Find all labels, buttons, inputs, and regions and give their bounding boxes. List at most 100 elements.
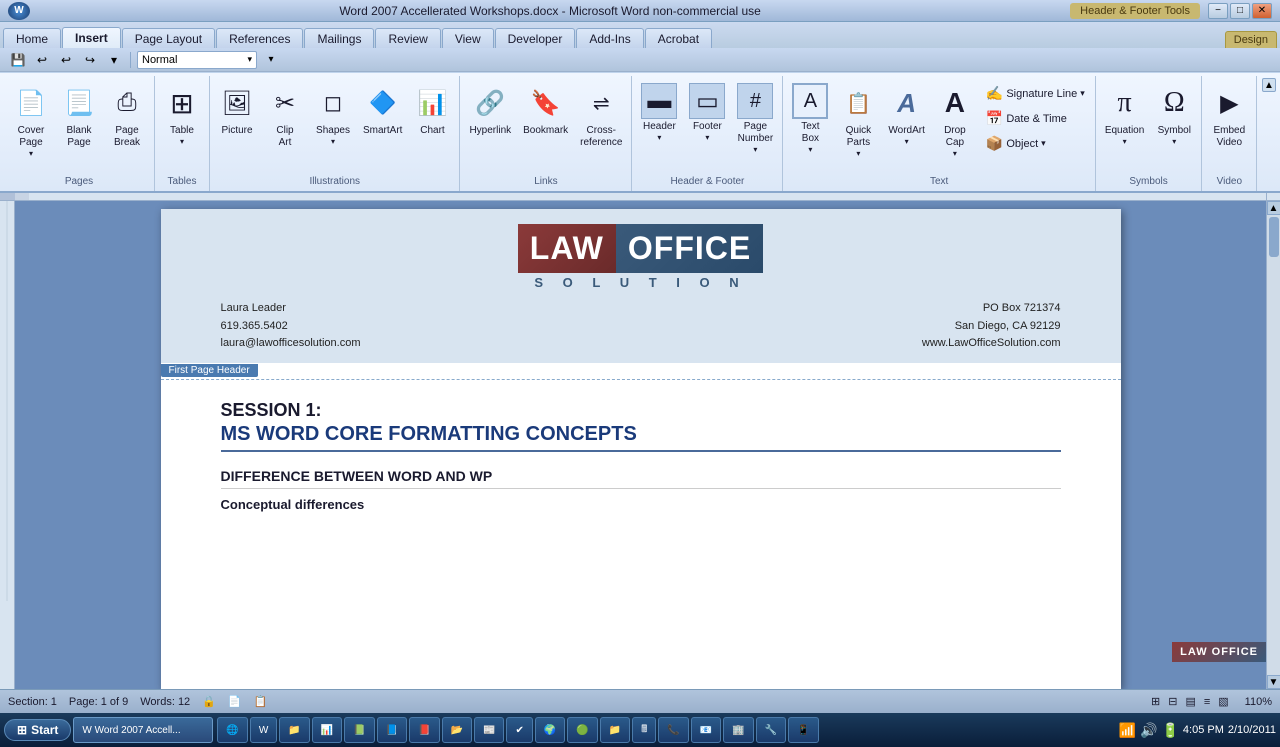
scroll-down-button[interactable]: ▼ xyxy=(1267,675,1280,689)
shapes-button[interactable]: ◻ Shapes ▾ xyxy=(310,80,356,149)
taskbar-app12-button[interactable]: 📧 xyxy=(691,717,721,743)
taskbar-app14-button[interactable]: 🔧 xyxy=(756,717,786,743)
object-button[interactable]: 📦 Object ▾ xyxy=(980,132,1091,155)
taskbar-app13-button[interactable]: 🏢 xyxy=(723,717,753,743)
status-bar: Section: 1 Page: 1 of 9 Words: 12 🔒 📄 📋 … xyxy=(0,689,1280,713)
start-button[interactable]: ⊞ Start xyxy=(4,719,71,741)
tab-references[interactable]: References xyxy=(216,28,303,48)
tab-insert[interactable]: Insert xyxy=(62,27,121,48)
tab-acrobat[interactable]: Acrobat xyxy=(645,28,712,48)
scroll-up-button[interactable]: ▲ xyxy=(1267,201,1280,215)
taskbar-app3-button[interactable]: 📕 xyxy=(409,717,439,743)
illustrations-buttons: 🖼 Picture ✂ ClipArt ◻ Shapes ▾ 🔷 SmartAr… xyxy=(214,78,455,170)
quick-parts-button[interactable]: 📋 QuickParts ▾ xyxy=(835,80,881,161)
taskbar-app2-button[interactable]: 📘 xyxy=(377,717,407,743)
page-body[interactable]: SESSION 1: MS WORD CORE FORMATTING CONCE… xyxy=(161,380,1121,542)
tab-home[interactable]: Home xyxy=(3,28,61,48)
cover-page-button[interactable]: 📄 CoverPage ▾ xyxy=(8,80,54,161)
taskbar-system-tray: 📶 🔊 🔋 4:05 PM 2/10/2011 xyxy=(1119,722,1276,739)
taskbar-word2-button[interactable]: W xyxy=(250,717,277,743)
view-icon-5[interactable]: ▧ xyxy=(1218,695,1228,708)
cross-reference-icon: ⇌ xyxy=(583,83,619,123)
taskbar-app10-button[interactable]: 🖩 xyxy=(632,717,656,743)
taskbar-time: 4:05 PM xyxy=(1183,724,1224,736)
ribbon-collapse-button[interactable]: ▲ xyxy=(1262,78,1276,92)
minimize-button[interactable]: − xyxy=(1208,3,1228,19)
taskbar-app8-button[interactable]: 🟢 xyxy=(567,717,597,743)
footer-button[interactable]: ▭ Footer ▾ xyxy=(684,80,730,145)
taskbar-app15-button[interactable]: 📱 xyxy=(788,717,818,743)
header-button[interactable]: ▬ Header ▾ xyxy=(636,80,682,145)
undo-arrow-qat-button[interactable]: ↩ xyxy=(56,51,76,69)
drop-cap-button[interactable]: A DropCap ▾ xyxy=(932,80,978,161)
equation-button[interactable]: π Equation ▾ xyxy=(1100,80,1149,149)
hyperlink-button[interactable]: 🔗 Hyperlink xyxy=(464,80,516,140)
embed-video-button[interactable]: ▶ EmbedVideo xyxy=(1206,80,1252,152)
view-icon-2[interactable]: ⊟ xyxy=(1168,695,1177,708)
taskbar-app1-button[interactable]: 📗 xyxy=(344,717,374,743)
bookmark-button[interactable]: 🔖 Bookmark xyxy=(518,80,573,140)
date-time-button[interactable]: 📅 Date & Time xyxy=(980,107,1091,130)
clip-art-button[interactable]: ✂ ClipArt xyxy=(262,80,308,152)
header-footer-group-label: Header & Footer xyxy=(632,174,782,189)
page-break-button[interactable]: ⎙ PageBreak xyxy=(104,80,150,152)
taskbar-excel-button[interactable]: 📊 xyxy=(312,717,342,743)
logo-area: LAW OFFICE S O L U T I O N xyxy=(221,224,1061,290)
svg-text:3: 3 xyxy=(419,199,424,200)
horizontal-ruler: 1 2 3 4 5 6 xyxy=(0,193,1280,201)
tray-network-icon: 📶 xyxy=(1119,722,1136,739)
object-label: Object xyxy=(1006,138,1038,150)
save-qat-button[interactable]: 💾 xyxy=(8,51,28,69)
symbol-label: Symbol xyxy=(1158,125,1191,137)
customize-qat-button[interactable]: ▾ xyxy=(104,51,124,69)
view-icon-3[interactable]: ▤ xyxy=(1185,695,1195,708)
taskbar-word-button[interactable]: W Word 2007 Accell... xyxy=(73,717,213,743)
cross-reference-label: Cross-reference xyxy=(580,125,622,149)
tab-design[interactable]: Design xyxy=(1225,31,1277,48)
scroll-thumb[interactable] xyxy=(1269,217,1279,257)
cross-reference-button[interactable]: ⇌ Cross-reference xyxy=(575,80,627,152)
smart-art-button[interactable]: 🔷 SmartArt xyxy=(358,80,407,140)
header-footer-buttons: ▬ Header ▾ ▭ Footer ▾ # PageNumber ▾ xyxy=(636,78,778,175)
taskbar-app7-button[interactable]: 🌍 xyxy=(535,717,565,743)
taskbar-app11-button[interactable]: 📞 xyxy=(658,717,688,743)
status-extra-icon: 📋 xyxy=(254,695,268,708)
tab-add-ins[interactable]: Add-Ins xyxy=(576,28,643,48)
view-icon-4[interactable]: ≡ xyxy=(1204,696,1210,708)
start-icon: ⊞ xyxy=(17,723,27,737)
redo-qat-button[interactable]: ↪ xyxy=(80,51,100,69)
symbol-button[interactable]: Ω Symbol ▾ xyxy=(1151,80,1197,149)
taskbar-ie-button[interactable]: 🌐 xyxy=(217,717,247,743)
text-box-button[interactable]: A TextBox ▾ xyxy=(787,80,833,157)
tab-page-layout[interactable]: Page Layout xyxy=(122,28,215,48)
page-number-icon: # xyxy=(737,83,773,119)
chart-button[interactable]: 📊 Chart xyxy=(409,80,455,140)
taskbar-explorer-button[interactable]: 📁 xyxy=(279,717,309,743)
tab-review[interactable]: Review xyxy=(375,28,440,48)
smart-art-label: SmartArt xyxy=(363,125,402,137)
tab-view[interactable]: View xyxy=(442,28,494,48)
tab-mailings[interactable]: Mailings xyxy=(304,28,374,48)
maximize-button[interactable]: □ xyxy=(1230,3,1250,19)
pages-group-label: Pages xyxy=(4,174,154,189)
picture-button[interactable]: 🖼 Picture xyxy=(214,80,260,140)
taskbar-app5-button[interactable]: 📰 xyxy=(474,717,504,743)
right-scrollbar[interactable]: ▲ ▼ xyxy=(1266,201,1280,689)
style-selector[interactable]: Normal ▾ xyxy=(137,51,257,69)
blank-page-button[interactable]: 📃 BlankPage xyxy=(56,80,102,152)
undo-qat-button[interactable]: ↩ xyxy=(32,51,52,69)
signature-line-button[interactable]: ✍ Signature Line ▾ xyxy=(980,82,1091,105)
table-button[interactable]: ⊞ Table ▾ xyxy=(159,80,205,149)
tab-developer[interactable]: Developer xyxy=(495,28,576,48)
taskbar-app6-button[interactable]: ✔ xyxy=(506,717,532,743)
qat-extra-button[interactable]: ▾ xyxy=(261,51,281,69)
page-header: LAW OFFICE S O L U T I O N Laura Leader … xyxy=(161,209,1121,363)
taskbar-app4-button[interactable]: 📂 xyxy=(442,717,472,743)
view-icon-1[interactable]: ⊞ xyxy=(1151,695,1160,708)
page-number-button[interactable]: # PageNumber ▾ xyxy=(732,80,778,157)
taskbar-app9-button[interactable]: 📁 xyxy=(600,717,630,743)
word-art-button[interactable]: A WordArt ▾ xyxy=(883,80,930,149)
close-button[interactable]: ✕ xyxy=(1252,3,1272,19)
status-bar-right: ⊞ ⊟ ▤ ≡ ▧ 110% xyxy=(1151,695,1272,708)
document-main[interactable]: LAW OFFICE S O L U T I O N Laura Leader … xyxy=(15,201,1266,689)
